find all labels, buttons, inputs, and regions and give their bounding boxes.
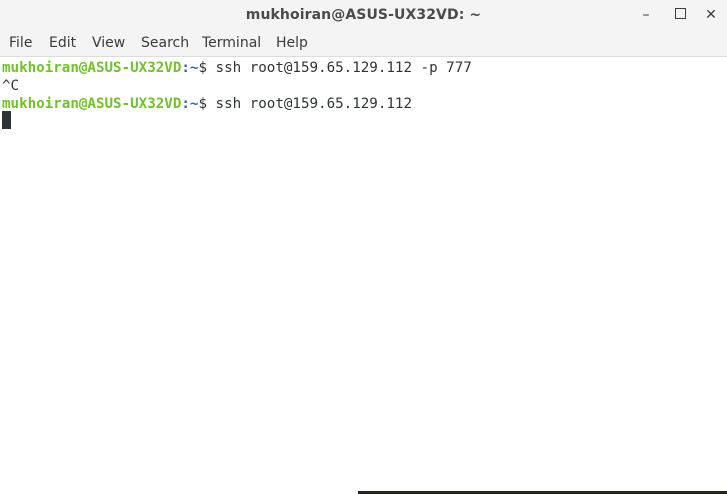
command-text: ssh root@159.65.129.112	[207, 96, 413, 112]
maximize-button[interactable]	[667, 5, 693, 25]
text-cursor	[2, 111, 11, 129]
command-text: ssh root@159.65.129.112 -p 777	[207, 60, 472, 76]
maximize-icon	[674, 8, 686, 19]
prompt-user-host: mukhoiran@ASUS-UX32VD	[2, 96, 182, 112]
menu-help[interactable]: Help	[276, 35, 308, 51]
output-text: ^C	[2, 78, 20, 94]
terminal-line: mukhoiran@ASUS-UX32VD:~$ ssh root@159.65…	[2, 95, 412, 113]
minimize-icon: –	[642, 7, 650, 23]
prompt-path: :~	[181, 60, 199, 76]
menu-file[interactable]: File	[9, 35, 32, 51]
menu-view[interactable]: View	[92, 35, 125, 51]
terminal-output[interactable]: mukhoiran@ASUS-UX32VD:~$ ssh root@159.65…	[0, 57, 727, 491]
menu-bar: File Edit View Search Terminal Help	[0, 32, 727, 57]
terminal-line: ^C	[2, 77, 19, 95]
window-title: mukhoiran@ASUS-UX32VD: ~	[245, 7, 482, 23]
close-button[interactable]: ✕	[698, 5, 724, 25]
terminal-line: mukhoiran@ASUS-UX32VD:~$ ssh root@159.65…	[2, 59, 472, 77]
menu-edit[interactable]: Edit	[49, 35, 76, 51]
title-bar[interactable]: mukhoiran@ASUS-UX32VD: ~ – ✕	[0, 0, 727, 32]
menu-terminal[interactable]: Terminal	[202, 35, 261, 51]
menu-search[interactable]: Search	[141, 35, 189, 51]
prompt-symbol: $	[198, 60, 208, 76]
prompt-path: :~	[181, 96, 199, 112]
terminal-window: mukhoiran@ASUS-UX32VD: ~ – ✕ File Edit V…	[0, 0, 727, 494]
prompt-symbol: $	[198, 96, 208, 112]
close-icon: ✕	[705, 7, 717, 23]
minimize-button[interactable]: –	[633, 5, 659, 25]
prompt-user-host: mukhoiran@ASUS-UX32VD	[2, 60, 182, 76]
